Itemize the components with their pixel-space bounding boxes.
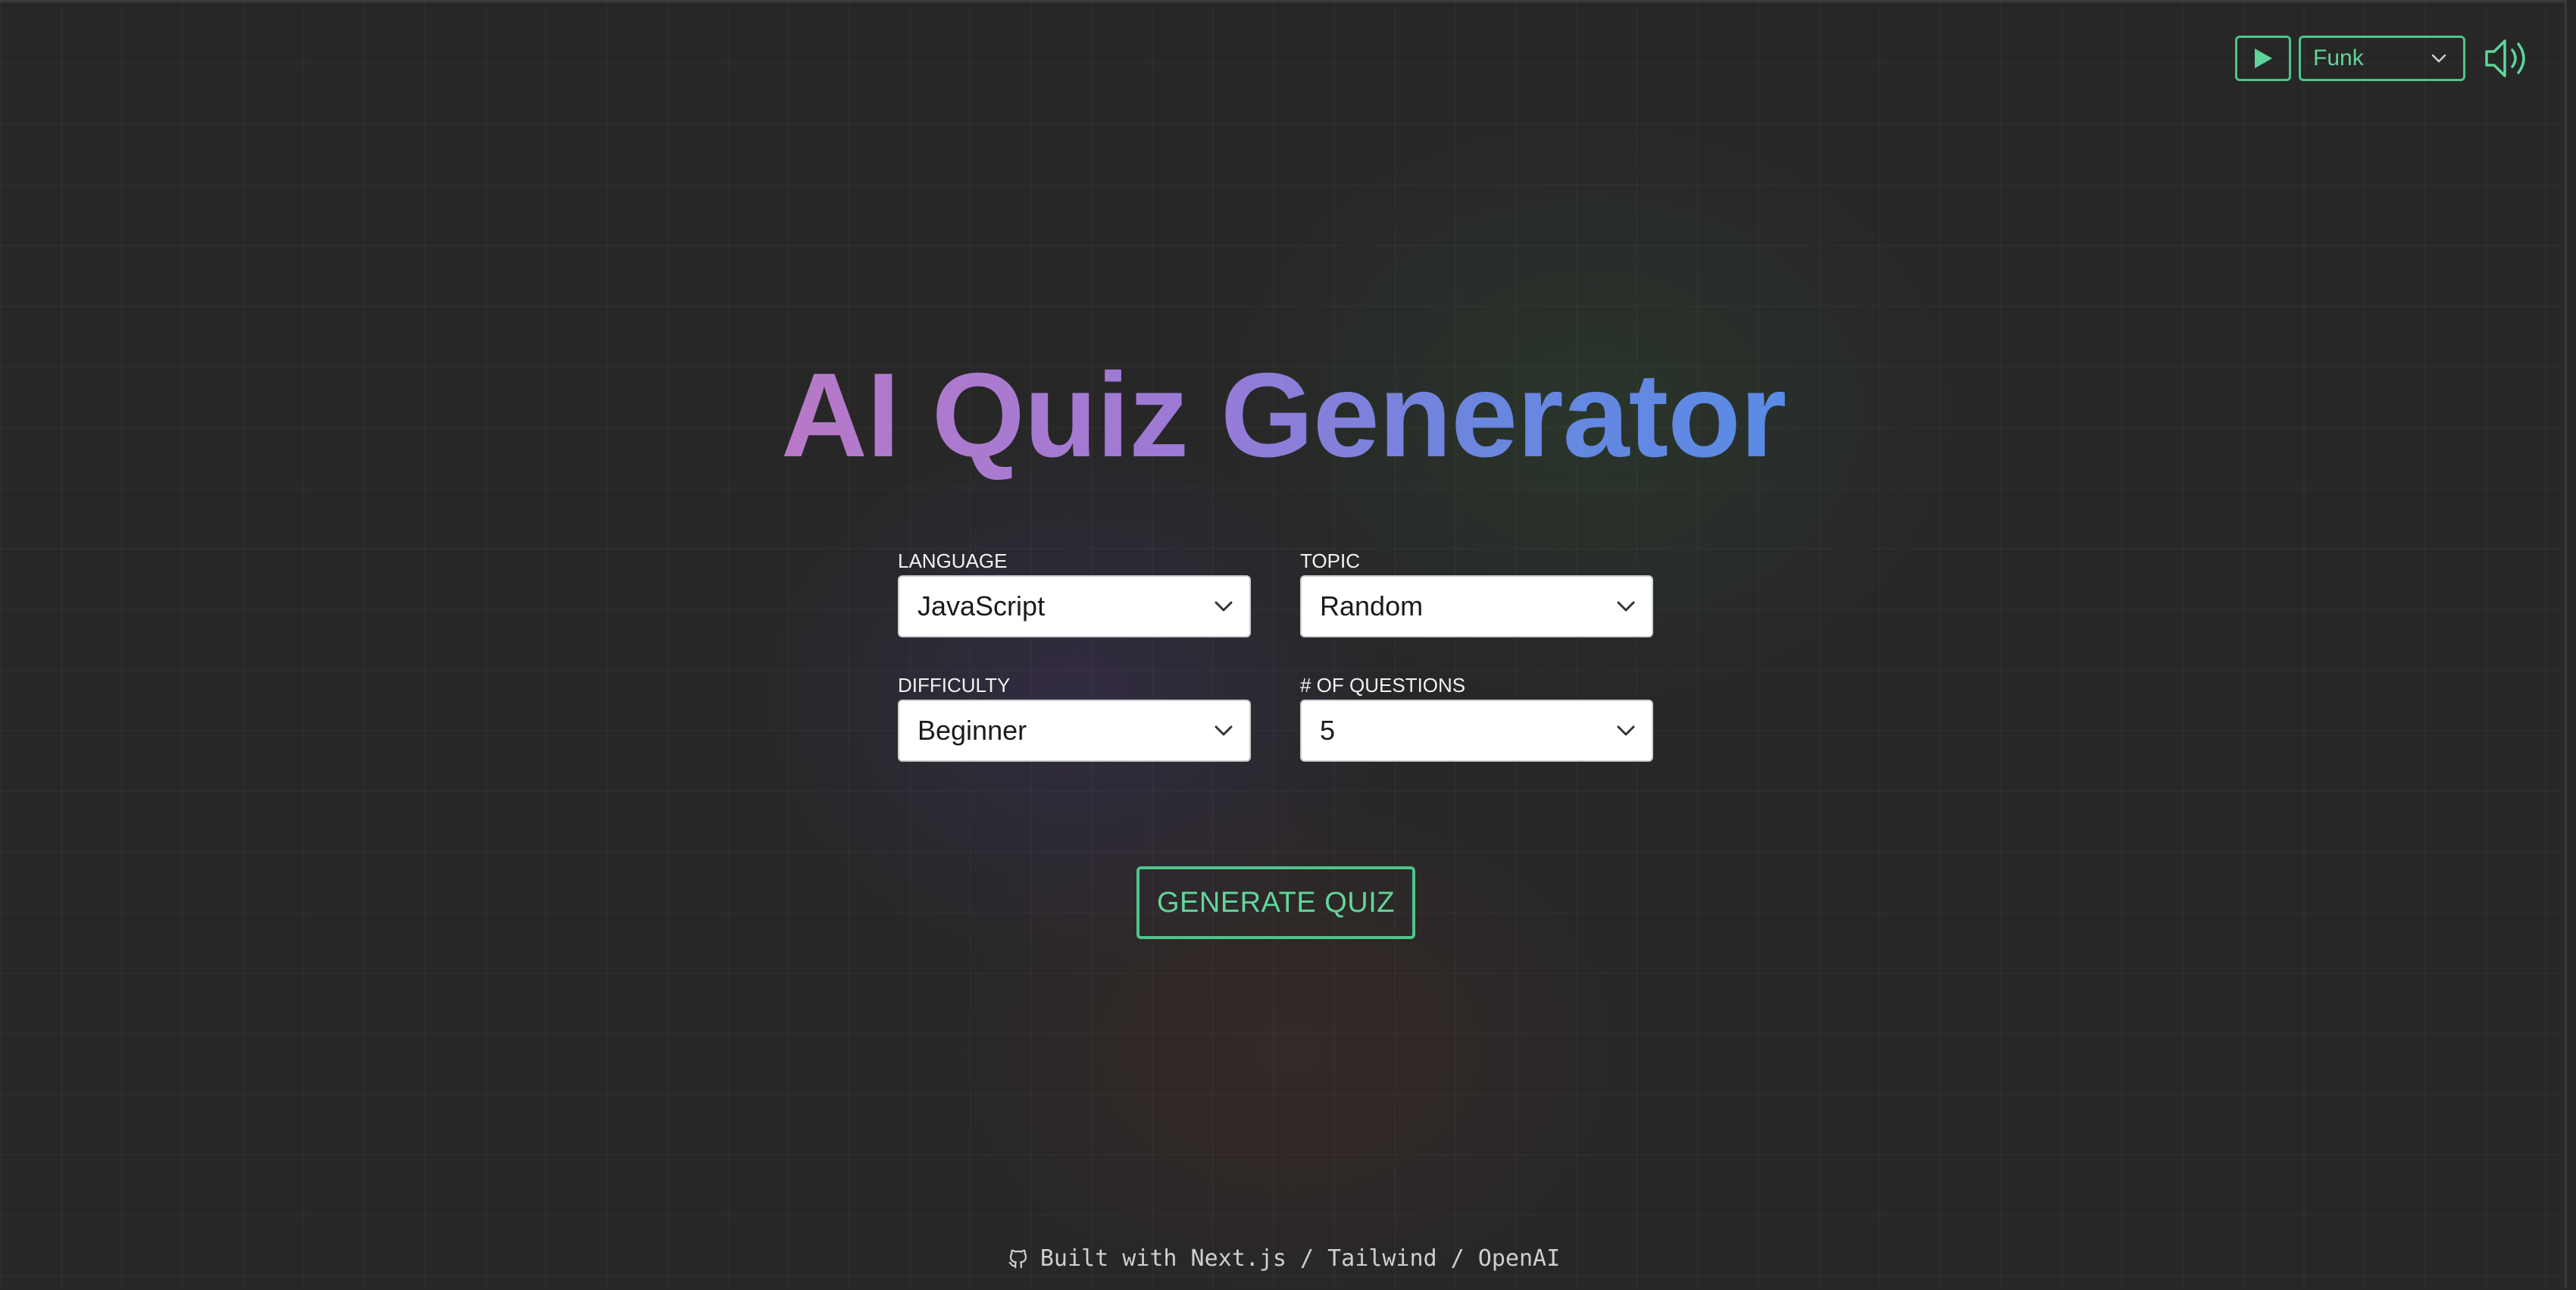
volume-button[interactable] — [2484, 36, 2534, 81]
footer-text: Built with Next.js / Tailwind / OpenAI — [1039, 1245, 1561, 1272]
questions-select[interactable]: 5 — [1300, 700, 1653, 762]
language-label: LANGUAGE — [898, 550, 1008, 572]
topic-select[interactable]: Random — [1300, 575, 1653, 637]
chevron-down-icon — [1215, 601, 1233, 612]
topic-field: TOPIC Random — [1300, 550, 1653, 637]
language-field: LANGUAGE JavaScript — [898, 550, 1251, 637]
track-select-value: Funk — [2313, 45, 2364, 70]
difficulty-label: DIFFICULTY — [898, 674, 1011, 697]
play-icon — [2255, 49, 2272, 68]
chevron-down-icon — [1617, 725, 1635, 736]
generate-quiz-button[interactable]: GENERATE QUIZ — [1136, 866, 1415, 939]
topic-select-value: Random — [1320, 590, 1424, 622]
github-icon[interactable] — [1007, 1248, 1030, 1270]
questions-field: # OF QUESTIONS 5 — [1300, 674, 1653, 762]
topic-label: TOPIC — [1300, 550, 1360, 572]
language-select[interactable]: JavaScript — [898, 575, 1251, 637]
chevron-down-icon — [1215, 725, 1233, 736]
app-page: Funk AI Quiz Generator LANGUAGE JavaScri… — [0, 0, 2567, 1288]
chevron-down-icon — [1617, 601, 1635, 612]
volume-icon — [2485, 39, 2525, 77]
chevron-down-icon — [2431, 54, 2446, 63]
difficulty-field: DIFFICULTY Beginner — [898, 674, 1251, 762]
language-select-value: JavaScript — [918, 590, 1046, 622]
questions-label: # OF QUESTIONS — [1300, 674, 1466, 697]
footer: Built with Next.js / Tailwind / OpenAI — [0, 1245, 2565, 1272]
audio-controls: Funk — [2235, 36, 2534, 81]
difficulty-select[interactable]: Beginner — [898, 700, 1251, 762]
difficulty-select-value: Beginner — [918, 715, 1027, 746]
play-button[interactable] — [2235, 36, 2291, 81]
track-select[interactable]: Funk — [2299, 36, 2465, 81]
page-title: AI Quiz Generator — [780, 349, 1787, 482]
questions-select-value: 5 — [1320, 715, 1336, 746]
